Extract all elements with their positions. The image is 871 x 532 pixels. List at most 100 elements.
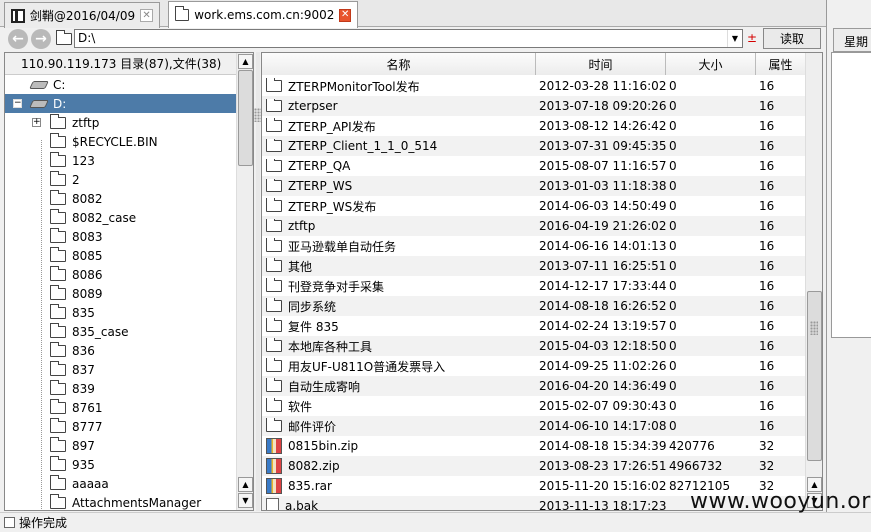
folder-icon bbox=[265, 179, 282, 192]
folder-icon bbox=[49, 227, 66, 243]
tab-session[interactable]: 剑鞘@2016/04/09 ✕ bbox=[4, 2, 160, 28]
file-row[interactable]: ZTERPMonitorTool发布 2012-03-28 11:16:02 0 16 bbox=[262, 76, 806, 96]
tree-drive[interactable]: − D: bbox=[5, 94, 237, 113]
tree-folder[interactable]: 8761 bbox=[5, 398, 237, 417]
file-size: 0 bbox=[669, 99, 677, 113]
tree-folder-label: 123 bbox=[72, 153, 95, 168]
tree-folder[interactable]: 836 bbox=[5, 341, 237, 360]
file-list-scrollbar[interactable]: ▲ ▼ bbox=[805, 53, 822, 510]
file-row[interactable]: ztftp 2016-04-19 21:26:02 0 16 bbox=[262, 216, 806, 236]
scroll-down-icon[interactable]: ▼ bbox=[238, 493, 253, 508]
file-row[interactable]: 同步系统 2014-08-18 16:26:52 0 16 bbox=[262, 296, 806, 316]
tree-folder[interactable]: 839 bbox=[5, 379, 237, 398]
tree-folder[interactable]: 897 bbox=[5, 436, 237, 455]
panel-splitter[interactable] bbox=[254, 52, 262, 511]
file-row[interactable]: 复件 835 2014-02-24 13:19:57 0 16 bbox=[262, 316, 806, 336]
file-name: 自动生成寄响 bbox=[288, 379, 361, 394]
file-size: 0 bbox=[669, 319, 677, 333]
folder-icon bbox=[265, 77, 282, 92]
column-header-attr[interactable]: 属性 bbox=[756, 53, 806, 75]
file-row[interactable]: 软件 2015-02-07 09:30:43 0 16 bbox=[262, 396, 806, 416]
file-row[interactable]: 邮件评价 2014-06-10 14:17:08 0 16 bbox=[262, 416, 806, 436]
expand-icon[interactable]: + bbox=[32, 118, 41, 127]
file-row[interactable]: 其他 2013-07-11 16:25:51 0 16 bbox=[262, 256, 806, 276]
tree-folder[interactable]: 8082 bbox=[5, 189, 237, 208]
close-icon[interactable]: ✕ bbox=[339, 8, 351, 22]
tree-folder[interactable]: + ztftp bbox=[5, 113, 237, 132]
tree-drive-label: D: bbox=[53, 96, 67, 111]
tree-drive[interactable]: C: bbox=[5, 75, 237, 94]
tree-folder[interactable]: 8086 bbox=[5, 265, 237, 284]
file-name-cell: a.bak bbox=[262, 498, 536, 511]
file-icon bbox=[266, 498, 279, 510]
tree-folder[interactable]: AttachmentsManager bbox=[5, 493, 237, 510]
tree-folder[interactable]: $RECYCLE.BIN bbox=[5, 132, 237, 151]
file-row[interactable]: 本地库各种工具 2015-04-03 12:18:50 0 16 bbox=[262, 336, 806, 356]
tree-folder[interactable]: 8082_case bbox=[5, 208, 237, 227]
file-row[interactable]: ZTERP_QA 2015-08-07 11:16:57 0 16 bbox=[262, 156, 806, 176]
back-arrow-icon[interactable]: ← bbox=[8, 29, 28, 49]
file-row[interactable]: 刊登竞争对手采集 2014-12-17 17:33:44 0 16 bbox=[262, 276, 806, 296]
read-button[interactable]: 读取 bbox=[763, 28, 821, 49]
file-name: 0815bin.zip bbox=[288, 439, 359, 453]
folder-icon bbox=[265, 219, 282, 232]
tree-folder[interactable]: aaaaa bbox=[5, 474, 237, 493]
tree-folder[interactable]: 835 bbox=[5, 303, 237, 322]
scroll-up-icon[interactable]: ▲ bbox=[238, 54, 253, 69]
tree-folder[interactable]: 935 bbox=[5, 455, 237, 474]
file-attr: 16 bbox=[759, 359, 775, 373]
column-header-time[interactable]: 时间 bbox=[536, 53, 666, 75]
file-row[interactable]: ZTERP_WS发布 2014-06-03 14:50:49 0 16 bbox=[262, 196, 806, 216]
tree-folder[interactable]: 8083 bbox=[5, 227, 237, 246]
file-row[interactable]: 用友UF-U811O普通发票导入 2014-09-25 11:02:26 0 16 bbox=[262, 356, 806, 376]
folder-icon bbox=[49, 417, 66, 433]
scroll-up-icon[interactable]: ▲ bbox=[238, 477, 253, 492]
file-row[interactable]: zterpser 2013-07-18 09:20:26 0 16 bbox=[262, 96, 806, 116]
file-attr: 16 bbox=[759, 99, 775, 113]
scroll-thumb[interactable] bbox=[807, 291, 822, 461]
tree-folder[interactable]: 8089 bbox=[5, 284, 237, 303]
tree-scrollbar[interactable]: ▲ ▲ ▼ bbox=[236, 53, 253, 510]
file-row[interactable]: 8082.zip 2013-08-23 17:26:51 4966732 32 bbox=[262, 456, 806, 476]
tab-remote-site-label: work.ems.com.cn:9002 bbox=[194, 8, 335, 22]
file-attr: 16 bbox=[759, 299, 775, 313]
tree-folder[interactable]: 835_case bbox=[5, 322, 237, 341]
file-name: ZTERP_WS发布 bbox=[288, 199, 377, 214]
collapse-icon[interactable]: − bbox=[13, 99, 22, 108]
file-row[interactable]: 0815bin.zip 2014-08-18 15:34:39 420776 32 bbox=[262, 436, 806, 456]
plus-minus-icon[interactable]: ± bbox=[747, 31, 757, 45]
file-row[interactable]: ZTERP_Client_1_1_0_514 2013-07-31 09:45:3… bbox=[262, 136, 806, 156]
file-name-cell: 亚马逊载单自动任务 bbox=[262, 237, 536, 255]
column-header-name[interactable]: 名称 bbox=[262, 53, 536, 75]
forward-arrow-icon[interactable]: → bbox=[31, 29, 51, 49]
file-size: 0 bbox=[669, 259, 677, 273]
tree-folder[interactable]: 8085 bbox=[5, 246, 237, 265]
tab-remote-site[interactable]: work.ems.com.cn:9002 ✕ bbox=[168, 1, 358, 28]
chevron-down-icon[interactable]: ▼ bbox=[727, 30, 742, 47]
file-time: 2013-08-12 14:26:42 bbox=[539, 119, 667, 133]
file-attr: 16 bbox=[759, 179, 775, 193]
folder-icon bbox=[49, 189, 66, 205]
file-row[interactable]: 自动生成寄响 2016-04-20 14:36:49 0 16 bbox=[262, 376, 806, 396]
tree-folder[interactable]: 8777 bbox=[5, 417, 237, 436]
weekday-tab[interactable]: 星期 bbox=[833, 28, 871, 52]
column-header-size[interactable]: 大小 bbox=[666, 53, 756, 75]
tab-session-label: 剑鞘@2016/04/09 bbox=[29, 9, 136, 23]
tree-folder[interactable]: 2 bbox=[5, 170, 237, 189]
file-row[interactable]: ZTERP_API发布 2013-08-12 14:26:42 0 16 bbox=[262, 116, 806, 136]
file-name-cell: 邮件评价 bbox=[262, 417, 536, 435]
tree-folder-label: ztftp bbox=[72, 115, 100, 130]
tree-folder-label: 8082_case bbox=[72, 210, 137, 225]
file-attr: 16 bbox=[759, 319, 775, 333]
tree-folder-label: 8761 bbox=[72, 400, 103, 415]
path-input[interactable]: D:\ ▼ bbox=[74, 29, 743, 48]
tree-folder[interactable]: 123 bbox=[5, 151, 237, 170]
file-name: a.bak bbox=[285, 499, 319, 511]
close-icon[interactable]: ✕ bbox=[140, 9, 153, 22]
scroll-thumb[interactable] bbox=[238, 70, 253, 166]
tree-folder[interactable]: 837 bbox=[5, 360, 237, 379]
file-row[interactable]: 亚马逊载单自动任务 2014-06-16 14:01:13 0 16 bbox=[262, 236, 806, 256]
file-row[interactable]: ZTERP_WS 2013-01-03 11:18:38 0 16 bbox=[262, 176, 806, 196]
folder-icon bbox=[55, 30, 72, 45]
folder-icon bbox=[49, 493, 66, 509]
